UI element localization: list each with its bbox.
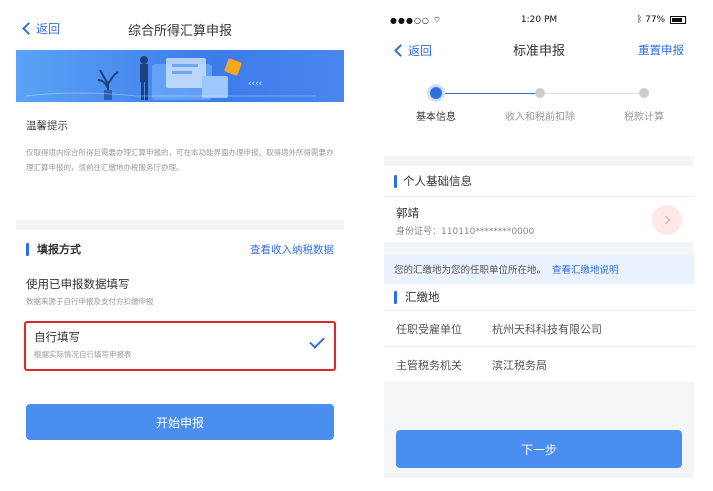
section-marker: [26, 242, 29, 256]
personal-info-header: 个人基础信息: [384, 166, 694, 196]
person-id: 身份证号：110110********0000: [396, 224, 682, 237]
chevron-right-icon[interactable]: [652, 205, 682, 235]
page-title: 标准申报: [512, 43, 565, 59]
step-label: 收入和税前扣除: [505, 112, 575, 123]
option-self-fill-selected[interactable]: 自行填写 根据实际情况自行填写申报表: [24, 321, 336, 371]
wifi-icon: ⌔: [432, 15, 442, 26]
step-label: 税款计算: [624, 112, 664, 123]
signal-icon: ●●●○○: [390, 15, 430, 25]
filing-method-card: 填报方式 查看收入纳税数据 使用已申报数据填写 数据来源于自行申报及支付方扣缴申…: [16, 230, 344, 478]
row-value: 滨江税务局: [492, 358, 547, 372]
section-marker: [394, 290, 397, 304]
person-name: 郭靖: [396, 206, 419, 220]
start-filing-button[interactable]: 开始申报: [26, 404, 334, 440]
step-node: [535, 88, 545, 98]
option-use-declared-data[interactable]: 使用已申报数据填写 数据来源于自行申报及支付方扣缴申报: [16, 268, 344, 315]
back-label: 返回: [408, 44, 433, 58]
section-title: 个人基础信息: [403, 174, 472, 188]
step-connector: [436, 93, 540, 94]
row-key: 任职受雇单位: [396, 322, 462, 336]
status-bar: ●●●○○ ⌔ 1:20 PM ᛒ 77%: [384, 8, 694, 32]
filing-method-header: 填报方式 查看收入纳税数据: [16, 230, 344, 268]
id-label: 身份证号：: [396, 227, 442, 237]
back-button[interactable]: 返回: [22, 20, 61, 37]
section-title: 汇缴地: [405, 290, 440, 304]
step-label: 基本信息: [416, 112, 456, 123]
reset-filing-button[interactable]: 重置申报: [638, 42, 684, 58]
right-screen: ●●●○○ ⌔ 1:20 PM ᛒ 77% 返回 标准申报 重置申报 基本信息 …: [384, 8, 694, 478]
battery-icon: [670, 15, 686, 24]
chevron-left-icon: [394, 44, 407, 57]
banner-illustration: ‹‹‹‹: [16, 50, 344, 102]
battery-percent: 77%: [645, 15, 666, 25]
chevron-left-icon: [22, 22, 35, 35]
step-node: [639, 88, 649, 98]
row-key: 主管税务机关: [396, 358, 462, 372]
back-button[interactable]: 返回: [394, 42, 433, 59]
page-title: 综合所得汇算申报: [127, 23, 232, 39]
nav-bar: 返回 标准申报 重置申报: [384, 32, 694, 66]
notice-text: 您的汇缴地为您的任职单位所在地。: [394, 265, 547, 276]
row-value: 杭州天科科技有限公司: [492, 322, 602, 336]
id-value: 110110********0000: [441, 227, 535, 237]
tax-illustration-icon: ‹‹‹‹: [25, 56, 316, 100]
view-income-tax-data-link[interactable]: 查看收入纳税数据: [250, 242, 334, 257]
step-node-active: [430, 87, 442, 99]
back-label: 返回: [36, 22, 61, 36]
progress-steps: 基本信息 收入和税前扣除 税款计算: [384, 66, 694, 156]
tips-title: 温馨提示: [26, 120, 68, 132]
remit-header: 汇缴地: [384, 284, 694, 310]
remit-location-link[interactable]: 查看汇缴地说明: [552, 262, 619, 276]
tax-authority-row[interactable]: 主管税务机关 滨江税务局: [384, 346, 694, 382]
step-connector: [540, 93, 644, 94]
option-subtitle: 根据实际情况自行填写申报表: [34, 350, 132, 359]
tips-card: 温馨提示 仅取得境内综合所得且需要办理汇算申报的，可在本功能界面办理申报。取得境…: [16, 102, 344, 220]
remit-location-notice: 您的汇缴地为您的任职单位所在地。 查看汇缴地说明: [384, 254, 694, 284]
left-screen: 返回 综合所得汇算申报 ‹‹‹‹ 温馨提示 仅取得境内综合所得且需要办理汇算申报…: [16, 8, 344, 478]
status-time: 1:20 PM: [520, 15, 558, 25]
option-subtitle: 数据来源于自行申报及支付方扣缴申报: [26, 297, 154, 306]
employer-row[interactable]: 任职受雇单位 杭州天科科技有限公司: [384, 310, 694, 346]
option-title: 使用已申报数据填写: [26, 277, 130, 291]
option-title: 自行填写: [34, 330, 80, 344]
next-step-button[interactable]: 下一步: [396, 430, 682, 468]
person-row[interactable]: 郭靖 身份证号：110110********0000: [384, 196, 694, 242]
tips-body: 仅取得境内综合所得且需要办理汇算申报的，可在本功能界面办理申报。取得境外所得需要…: [26, 148, 334, 172]
bluetooth-icon: ᛒ: [636, 15, 643, 25]
filing-method-title: 填报方式: [37, 243, 81, 256]
section-marker: [394, 174, 397, 188]
nav-bar: 返回 综合所得汇算申报: [16, 8, 344, 50]
svg-text:‹‹‹‹: ‹‹‹‹: [248, 79, 262, 89]
